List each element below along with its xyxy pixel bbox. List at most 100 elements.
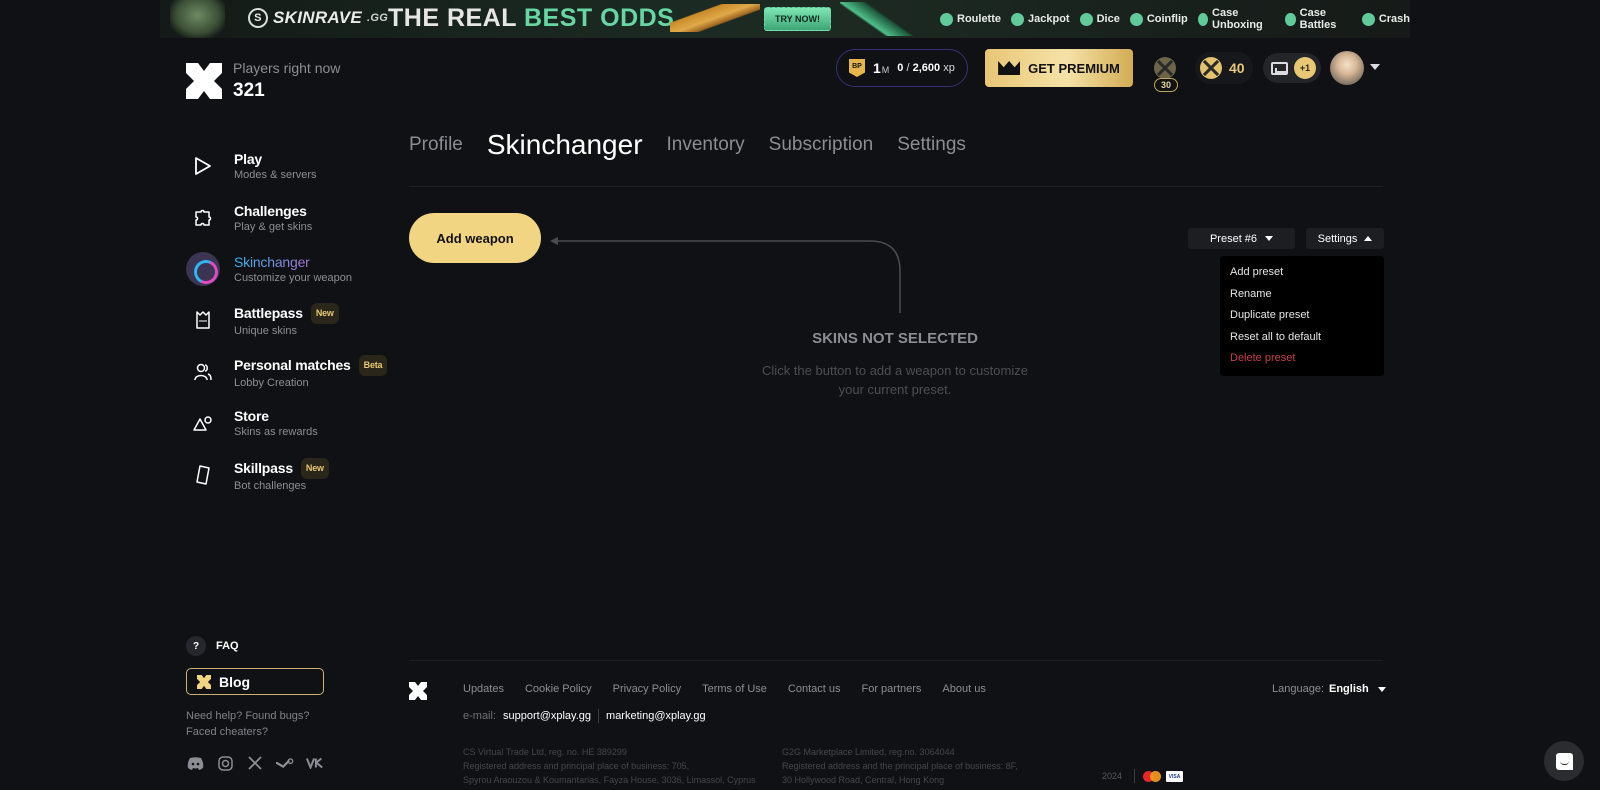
chevron-up-icon: [1364, 236, 1373, 241]
footer-link-updates[interactable]: Updates: [463, 683, 504, 695]
banner-game-label: Dice: [1096, 13, 1120, 25]
battlepass-progress-pill[interactable]: BP 1M 0 / 2,600 xp: [836, 49, 968, 87]
banner-game-case-unboxing[interactable]: Case Unboxing: [1197, 7, 1276, 31]
language-selector[interactable]: Language: English: [1272, 683, 1386, 695]
legal-line: CS Virtual Trade Ltd, reg. no. HE 389299: [463, 747, 627, 757]
banner-brand-name: SKINRAVE: [273, 8, 362, 27]
blog-button[interactable]: Blog: [186, 668, 324, 695]
sidebar-item-subtitle: Skins as rewards: [234, 425, 318, 438]
preset-dropdown-label: Preset #6: [1209, 232, 1258, 245]
footer-link-contact-us[interactable]: Contact us: [788, 683, 841, 695]
footer-link-privacy-policy[interactable]: Privacy Policy: [613, 683, 681, 695]
footer-link-terms-of-use[interactable]: Terms of Use: [702, 683, 767, 695]
settings-dropdown-label: Settings: [1317, 232, 1358, 245]
footer-logo-icon[interactable]: [409, 682, 427, 700]
preset-settings-dropdown[interactable]: Settings: [1306, 228, 1384, 249]
add-weapon-button[interactable]: Add weapon: [409, 213, 541, 263]
discord-icon[interactable]: [186, 755, 204, 771]
sidebar-item-title: Battlepass: [234, 304, 303, 321]
menu-item-reset-all[interactable]: Reset all to default: [1230, 327, 1384, 349]
ad-banner[interactable]: S SKINRAVE .GG THE REAL BEST ODDS TRY NOW…: [160, 0, 1410, 38]
preset-dropdown[interactable]: Preset #6: [1188, 228, 1295, 249]
dice-icon: [1079, 12, 1093, 26]
banner-soldier-image: [170, 0, 225, 38]
copyright-year: 2024: [1102, 771, 1123, 781]
banner-game-label: Case Battles: [1299, 7, 1337, 31]
steam-icon[interactable]: [276, 755, 294, 771]
sidebar-item-battlepass[interactable]: Battlepass New Unique skins: [186, 302, 396, 338]
marketing-email-link[interactable]: marketing@xplay.gg: [606, 710, 706, 722]
tab-subscription[interactable]: Subscription: [769, 134, 874, 156]
sidebar-item-title: Skillpass: [234, 459, 293, 476]
banner-slogan: THE REAL BEST ODDS: [388, 4, 674, 33]
sidebar-item-subtitle: Play & get skins: [234, 220, 313, 233]
menu-item-delete-preset[interactable]: Delete preset: [1230, 348, 1384, 370]
battlepass-xp: 0 / 2,600 xp: [897, 62, 955, 74]
tabs-divider: [409, 186, 1383, 187]
tab-inventory[interactable]: Inventory: [667, 134, 745, 156]
banner-game-roulette[interactable]: Roulette: [940, 12, 1001, 26]
player-level[interactable]: 30: [1150, 53, 1182, 95]
battlepass-level-unit: M: [881, 65, 890, 75]
banner-game-label: Jackpot: [1028, 13, 1070, 25]
sidebar-item-store[interactable]: Store Skins as rewards: [186, 405, 396, 441]
battlepass-badge-icon: BP: [849, 59, 865, 77]
coin-icon: [1200, 57, 1222, 79]
tab-profile[interactable]: Profile: [409, 134, 463, 156]
footer-link-for-partners[interactable]: For partners: [861, 683, 921, 695]
blog-label: Blog: [219, 673, 251, 690]
xplay-logo-icon[interactable]: [186, 63, 222, 99]
vk-icon[interactable]: [306, 755, 324, 771]
footer-link-cookie-policy[interactable]: Cookie Policy: [525, 683, 592, 695]
ticket-icon: [186, 458, 220, 492]
level-emblem-icon: [1154, 57, 1176, 79]
level-badge: 30: [1154, 78, 1178, 92]
instagram-icon[interactable]: [216, 755, 234, 771]
faq-link[interactable]: ? FAQ: [186, 636, 239, 656]
play-icon: [186, 149, 220, 183]
support-email-link[interactable]: support@xplay.gg: [503, 710, 591, 722]
footer-link-about-us[interactable]: About us: [942, 683, 985, 695]
sidebar-item-personal-matches[interactable]: Personal matches Beta Lobby Creation: [186, 354, 396, 390]
mastercard-icon: [1143, 771, 1161, 782]
user-avatar[interactable]: [1330, 51, 1364, 85]
sidebar-item-challenges[interactable]: Challenges Play & get skins: [186, 200, 396, 236]
sidebar-item-title: Store: [234, 407, 269, 424]
menu-item-rename[interactable]: Rename: [1230, 284, 1384, 306]
coinflip-icon: [1129, 12, 1143, 26]
footer-emails: e-mail: support@xplay.gg marketing@xplay…: [463, 709, 706, 723]
x-twitter-icon[interactable]: [246, 755, 264, 771]
banner-game-coinflip[interactable]: Coinflip: [1129, 12, 1188, 26]
sidebar-item-subtitle: Customize your weapon: [234, 271, 353, 284]
inbox-count-badge: +1: [1294, 57, 1316, 79]
support-chat-button[interactable]: [1544, 741, 1584, 781]
help-text[interactable]: Need help? Found bugs? Faced cheaters?: [186, 708, 310, 740]
coin-balance[interactable]: 40: [1195, 52, 1253, 84]
tab-skinchanger[interactable]: Skinchanger: [487, 129, 643, 161]
banner-game-jackpot[interactable]: Jackpot: [1011, 12, 1070, 26]
menu-item-add-preset[interactable]: Add preset: [1230, 262, 1384, 284]
tab-settings[interactable]: Settings: [897, 134, 966, 156]
banner-try-now-button[interactable]: TRY NOW!: [764, 7, 831, 31]
inbox-button[interactable]: +1: [1263, 53, 1321, 83]
banner-brand: S SKINRAVE .GG: [248, 8, 388, 28]
payment-separator: [1134, 769, 1135, 783]
sidebar-item-skillpass[interactable]: Skillpass New Bot challenges: [186, 457, 396, 493]
banner-game-dice[interactable]: Dice: [1079, 12, 1120, 26]
coin-balance-value: 40: [1229, 60, 1245, 76]
get-premium-button[interactable]: GET PREMIUM: [985, 49, 1133, 87]
beta-badge: Beta: [358, 354, 388, 376]
sidebar-item-skinchanger[interactable]: Skinchanger Customize your weapon: [186, 251, 396, 287]
get-premium-label: GET PREMIUM: [1028, 60, 1120, 76]
user-menu-chevron-down-icon[interactable]: [1370, 64, 1380, 70]
sidebar-item-play[interactable]: Play Modes & servers: [186, 148, 396, 184]
inbox-icon: [1271, 61, 1288, 75]
banner-game-case-battles[interactable]: Case Battles: [1285, 7, 1351, 31]
legal-line: Registered address and principal place o…: [463, 761, 690, 771]
sidebar-item-subtitle: Unique skins: [234, 324, 297, 337]
banner-game-crash[interactable]: Crash: [1361, 12, 1410, 26]
menu-item-duplicate-preset[interactable]: Duplicate preset: [1230, 305, 1384, 327]
sidebar-item-title: Skinchanger: [234, 254, 352, 271]
rocket-icon: [1361, 12, 1375, 26]
empty-state-subtitle: Click the button to add a weapon to cust…: [762, 363, 1028, 397]
